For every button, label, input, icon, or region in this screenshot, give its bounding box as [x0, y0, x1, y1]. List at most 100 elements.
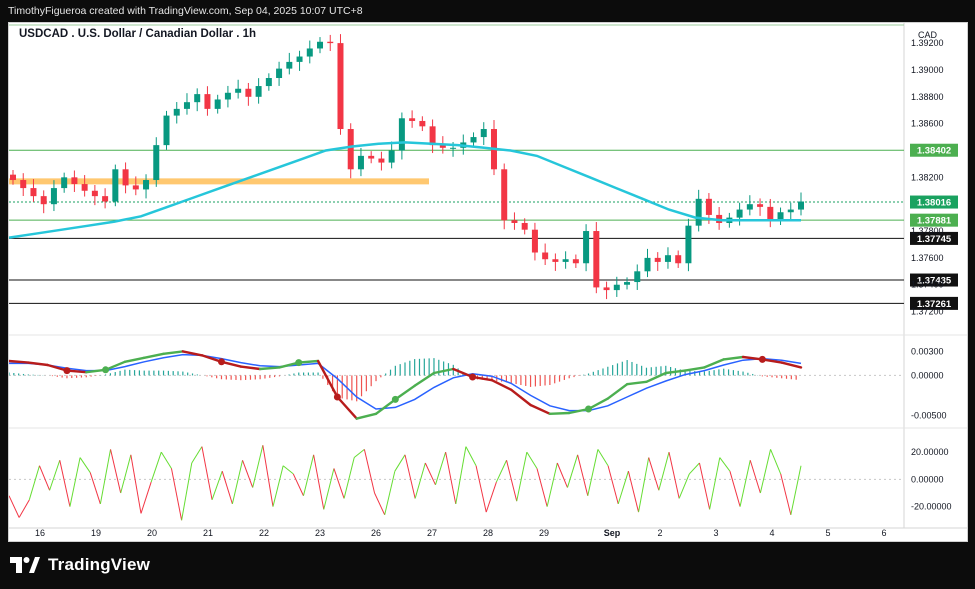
- macd-cross-dot: [585, 405, 593, 413]
- candle-body: [613, 284, 620, 291]
- oscillator-tick-label: 0.00000: [911, 474, 944, 484]
- candle-body: [450, 147, 457, 149]
- candle-body: [736, 209, 743, 218]
- oscillator-segment: [739, 460, 751, 507]
- oscillator-segment: [252, 445, 264, 488]
- candle-body: [183, 102, 190, 109]
- oscillator-segment: [688, 462, 700, 475]
- candle-body: [235, 88, 242, 93]
- candle-body: [480, 129, 487, 138]
- macd-line-segment: [27, 361, 49, 367]
- oscillator-segment: [8, 495, 20, 518]
- candle-body: [102, 196, 109, 202]
- candle-body: [224, 92, 231, 100]
- macd-line-segment: [548, 411, 571, 415]
- oscillator-segment: [211, 471, 223, 500]
- oscillator-segment: [262, 445, 274, 507]
- candle-body: [357, 155, 364, 170]
- candle-body: [122, 169, 129, 186]
- macd-tick-label: 0.00300: [911, 346, 944, 356]
- macd-line-segment: [355, 412, 378, 420]
- time-tick-label: 27: [427, 528, 437, 538]
- oscillator-segment: [536, 468, 548, 507]
- candle-body: [337, 43, 344, 130]
- macd-line-segment: [239, 365, 262, 371]
- tradingview-logo-icon: [10, 557, 40, 573]
- oscillator-segment: [638, 457, 650, 513]
- macd-layer: [7, 350, 904, 420]
- oscillator-segment: [89, 472, 101, 505]
- oscillator-segment: [424, 462, 436, 486]
- candle-body: [327, 41, 334, 44]
- candle-body: [552, 259, 559, 262]
- price-tag-label: 1.38402: [917, 146, 951, 157]
- candle-body: [634, 271, 641, 283]
- macd-line-segment: [722, 355, 745, 361]
- candle-body: [71, 177, 78, 185]
- time-tick-label: 20: [147, 528, 157, 538]
- oscillator-segment: [343, 457, 355, 499]
- macd-cross-dot: [469, 373, 477, 381]
- oscillator-segment: [678, 473, 690, 499]
- candle-body: [419, 120, 426, 127]
- time-tick-label: 26: [371, 528, 381, 538]
- candle-body: [531, 229, 538, 253]
- macd-line-segment: [510, 388, 532, 407]
- price-tick-label: 1.38600: [911, 119, 944, 129]
- oscillator-segment: [759, 449, 772, 494]
- oscillator-segment: [577, 454, 589, 496]
- oscillator-segment: [130, 454, 142, 514]
- candle-body: [521, 222, 528, 230]
- candle-body: [132, 185, 139, 190]
- time-tick-label: 16: [35, 528, 45, 538]
- time-tick-label: 5: [825, 528, 830, 538]
- candle-body: [265, 78, 272, 87]
- chart-frame[interactable]: 1.38402 1.38016 1.37881 1.37745 1.37435 1.372…: [7, 22, 968, 542]
- oscillator-segment: [556, 462, 568, 488]
- oscillator-segment: [506, 460, 518, 502]
- oscillator-segment: [587, 449, 599, 496]
- macd-cross-dot: [102, 366, 110, 374]
- oscillator-segment: [749, 460, 761, 494]
- candle-body: [572, 259, 579, 264]
- oscillator-segment: [99, 449, 112, 505]
- oscillator-segment: [668, 451, 680, 499]
- candle-body: [603, 287, 610, 291]
- price-tick-label: 1.37400: [911, 280, 944, 290]
- macd-line-segment: [162, 350, 185, 355]
- macd-cross-dot: [333, 393, 341, 401]
- candle-body: [306, 48, 313, 57]
- macd-cross-dot: [63, 367, 71, 375]
- oscillator-segment: [414, 462, 426, 499]
- macd-line-segment: [394, 384, 416, 401]
- candle-body: [30, 188, 37, 197]
- macd-cross-dot: [758, 355, 766, 363]
- grid-layer: [9, 23, 967, 529]
- candle-body: [644, 257, 651, 272]
- candle-body: [583, 231, 590, 264]
- currency-label: CAD: [918, 30, 938, 40]
- macd-line-segment: [123, 356, 146, 363]
- oscillator-segment: [363, 449, 376, 494]
- candle-body: [757, 204, 764, 207]
- oscillator-segment: [59, 460, 71, 507]
- oscillator-segment: [110, 449, 122, 494]
- price-tick-label: 1.39000: [911, 65, 944, 75]
- candle-body: [593, 231, 600, 288]
- oscillator-segment: [698, 462, 711, 510]
- candle-body: [91, 190, 98, 197]
- oscillator-segment: [617, 471, 629, 505]
- candle-body: [767, 206, 774, 221]
- price-tick-label: 1.37600: [911, 253, 944, 263]
- candle-body: [61, 177, 68, 189]
- candle-body: [10, 174, 16, 181]
- macd-cross-dot: [391, 395, 399, 403]
- time-tick-label: 28: [483, 528, 493, 538]
- oscillator-segment: [729, 471, 741, 507]
- chart-canvas[interactable]: 1.384021.380161.378811.377451.374351.372…: [7, 23, 967, 541]
- time-tick-label: 21: [203, 528, 213, 538]
- candle-body: [429, 126, 436, 146]
- time-tick-label: 4: [769, 528, 774, 538]
- oscillator-segment: [780, 473, 792, 515]
- time-tick-label: 22: [259, 528, 269, 538]
